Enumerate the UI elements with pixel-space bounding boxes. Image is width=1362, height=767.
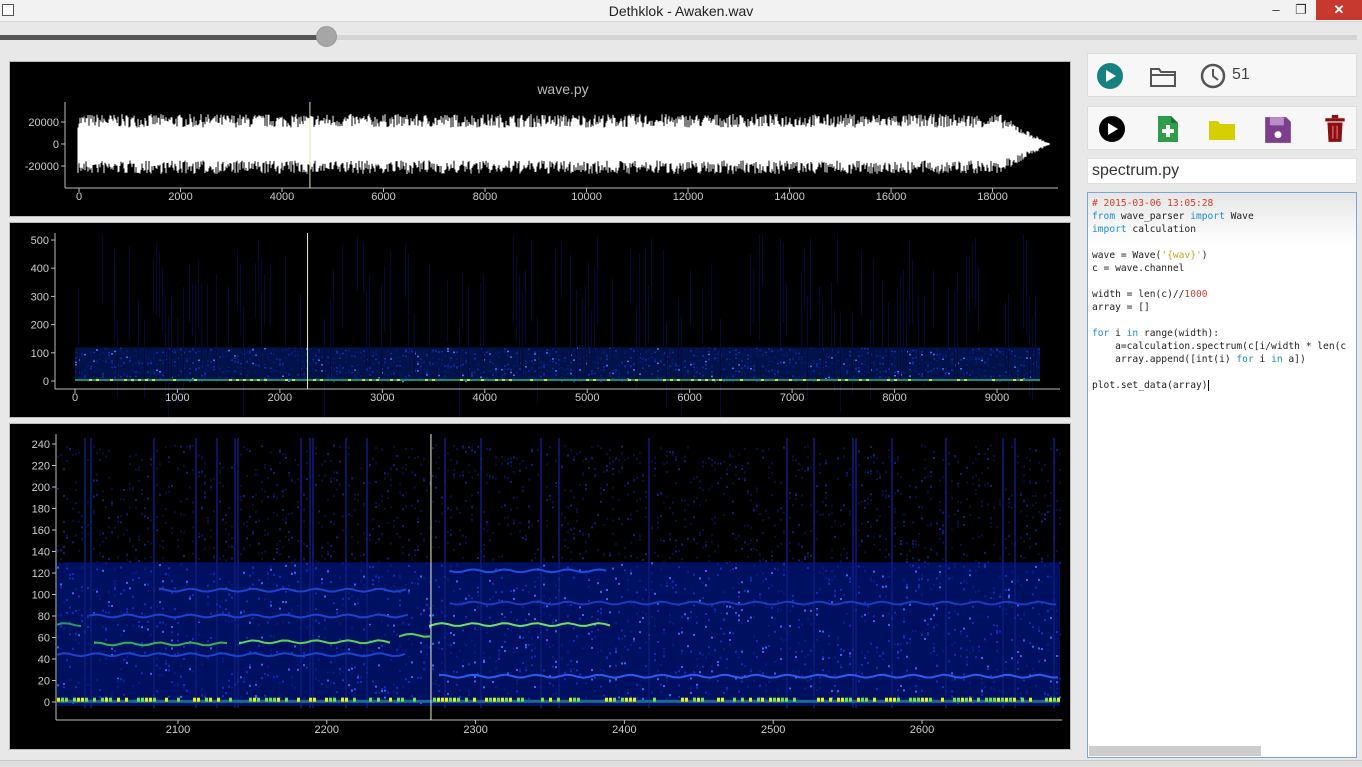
- waveform-y-tick-label: 0: [53, 139, 59, 151]
- play-icon[interactable]: [1096, 62, 1124, 90]
- zoom-x-tick-label: 2500: [761, 724, 785, 736]
- status-bar: [0, 760, 1362, 767]
- folder-icon[interactable]: [1149, 63, 1177, 91]
- playback-slider-handle[interactable]: [315, 26, 337, 47]
- waveform-x-tick-label: 4000: [270, 191, 294, 203]
- zoom-spectrogram-plot[interactable]: 240 220 200 180 160 140 120 100 80 60 40 20 0 2100 22…: [9, 423, 1071, 750]
- clock-icon[interactable]: [1199, 62, 1227, 90]
- zoom-y-tick-label: 60: [38, 633, 50, 645]
- spectrogram-y-tick-label: 0: [43, 376, 49, 388]
- maximize-button[interactable]: ❐: [1287, 0, 1315, 20]
- zoom-spectrogram-canvas: 240220200180160140120100806040200 2100 22…: [32, 434, 1062, 736]
- zoom-y-tick-label: 100: [32, 590, 50, 602]
- waveform-x-tick-label: 2000: [168, 191, 192, 203]
- waveform-x-tick-label: 8000: [473, 191, 497, 203]
- spectrogram-x-tick-label: 2000: [268, 392, 292, 404]
- zoom-x-tick-label: 2400: [612, 724, 636, 736]
- zoom-x-tick-label: 2300: [463, 724, 487, 736]
- horizontal-scrollbar[interactable]: [1089, 746, 1261, 756]
- zoom-x-tick-label: 2600: [910, 724, 934, 736]
- spectrogram-x-tick-label: 9000: [985, 392, 1009, 404]
- spectrogram-y-tick-label: 400: [31, 263, 49, 275]
- zoom-y-tick-label: 120: [32, 568, 50, 580]
- waveform-x-tick-label: 12000: [673, 191, 704, 203]
- save-icon[interactable]: [1264, 116, 1292, 144]
- spectrogram-y-tick-label: 300: [31, 291, 49, 303]
- waveform-x-tick-label: 18000: [977, 191, 1008, 203]
- waveform-title: wave.py: [536, 81, 588, 97]
- zoom-y-tick-label: 160: [32, 525, 50, 537]
- waveform-canvas: wave.py 20000 0 -20000 0 2000 4000 6000 8000 10…: [25, 81, 1058, 203]
- spectrogram-x-tick-label: 1000: [165, 392, 189, 404]
- waveform-plot[interactable]: wave.py 20000 0 -20000 0 2000 4000 6000 8000 10…: [9, 61, 1071, 217]
- zoom-y-tick-label: 200: [32, 482, 50, 494]
- spectrogram-x-tick-label: 3000: [370, 392, 394, 404]
- spectrogram-canvas: 5004003002001000 0 1000 2000 3000 4000 5000 60…: [31, 233, 1060, 427]
- playback-slider[interactable]: [0, 35, 1357, 40]
- spectrogram-y-tick-label: 200: [31, 320, 49, 332]
- waveform-y-tick-label: -20000: [25, 161, 59, 173]
- waveform-x-tick-label: 10000: [571, 191, 602, 203]
- zoom-y-tick-label: 0: [44, 697, 50, 709]
- spectrogram-y-tick-label: 500: [31, 235, 49, 247]
- title-bar: Dethklok - Awaken.wav – ❐ ✕: [0, 0, 1362, 22]
- spectrogram-x-tick-label: 8000: [882, 392, 906, 404]
- zoom-y-tick-label: 40: [38, 654, 50, 666]
- zoom-y-tick-label: 20: [38, 676, 50, 688]
- spectrogram-plot[interactable]: 500 400 300 200 100 0 0 1000 2000 3000 4000 5000 60…: [9, 222, 1071, 427]
- run-icon[interactable]: [1098, 115, 1126, 143]
- counter-value: 51: [1232, 66, 1250, 83]
- script-toolbar: [1087, 106, 1357, 150]
- zoom-y-tick-label: 220: [32, 461, 50, 473]
- code-editor[interactable]: # 2015-03-06 13:05:28 from wave_parser i…: [1087, 192, 1357, 758]
- delete-icon[interactable]: [1321, 115, 1349, 143]
- waveform-x-tick-label: 0: [76, 191, 82, 203]
- script-filename[interactable]: spectrum.py: [1087, 158, 1357, 184]
- window-title: Dethklok - Awaken.wav: [608, 3, 754, 19]
- zoom-y-tick-label: 240: [32, 439, 50, 451]
- playback-toolbar: 51: [1087, 53, 1357, 97]
- spectrogram-x-tick-label: 6000: [677, 392, 701, 404]
- zoom-y-tick-label: 140: [32, 547, 50, 559]
- spectrogram-x-tick-label: 0: [72, 392, 78, 404]
- waveform-trace: [77, 114, 1050, 174]
- waveform-x-tick-label: 6000: [371, 191, 395, 203]
- spectrogram-x-tick-label: 4000: [473, 392, 497, 404]
- close-button[interactable]: ✕: [1316, 0, 1362, 20]
- zoom-x-tick-label: 2100: [166, 724, 190, 736]
- waveform-x-tick-label: 16000: [876, 191, 907, 203]
- spectrogram-x-tick-label: 5000: [575, 392, 599, 404]
- minimize-button[interactable]: –: [1262, 0, 1290, 20]
- playback-progress: [0, 35, 326, 40]
- waveform-x-tick-label: 14000: [774, 191, 805, 203]
- waveform-y-tick-label: 20000: [28, 117, 59, 129]
- spectrogram-y-tick-label: 100: [31, 348, 49, 360]
- code-text[interactable]: # 2015-03-06 13:05:28 from wave_parser i…: [1088, 193, 1356, 396]
- zoom-y-tick-label: 80: [38, 611, 50, 623]
- spectrogram-x-tick-label: 7000: [780, 392, 804, 404]
- zoom-x-tick-label: 2200: [315, 724, 339, 736]
- zoom-y-tick-label: 180: [32, 504, 50, 516]
- open-folder-icon[interactable]: [1208, 116, 1236, 144]
- new-file-icon[interactable]: [1154, 115, 1182, 143]
